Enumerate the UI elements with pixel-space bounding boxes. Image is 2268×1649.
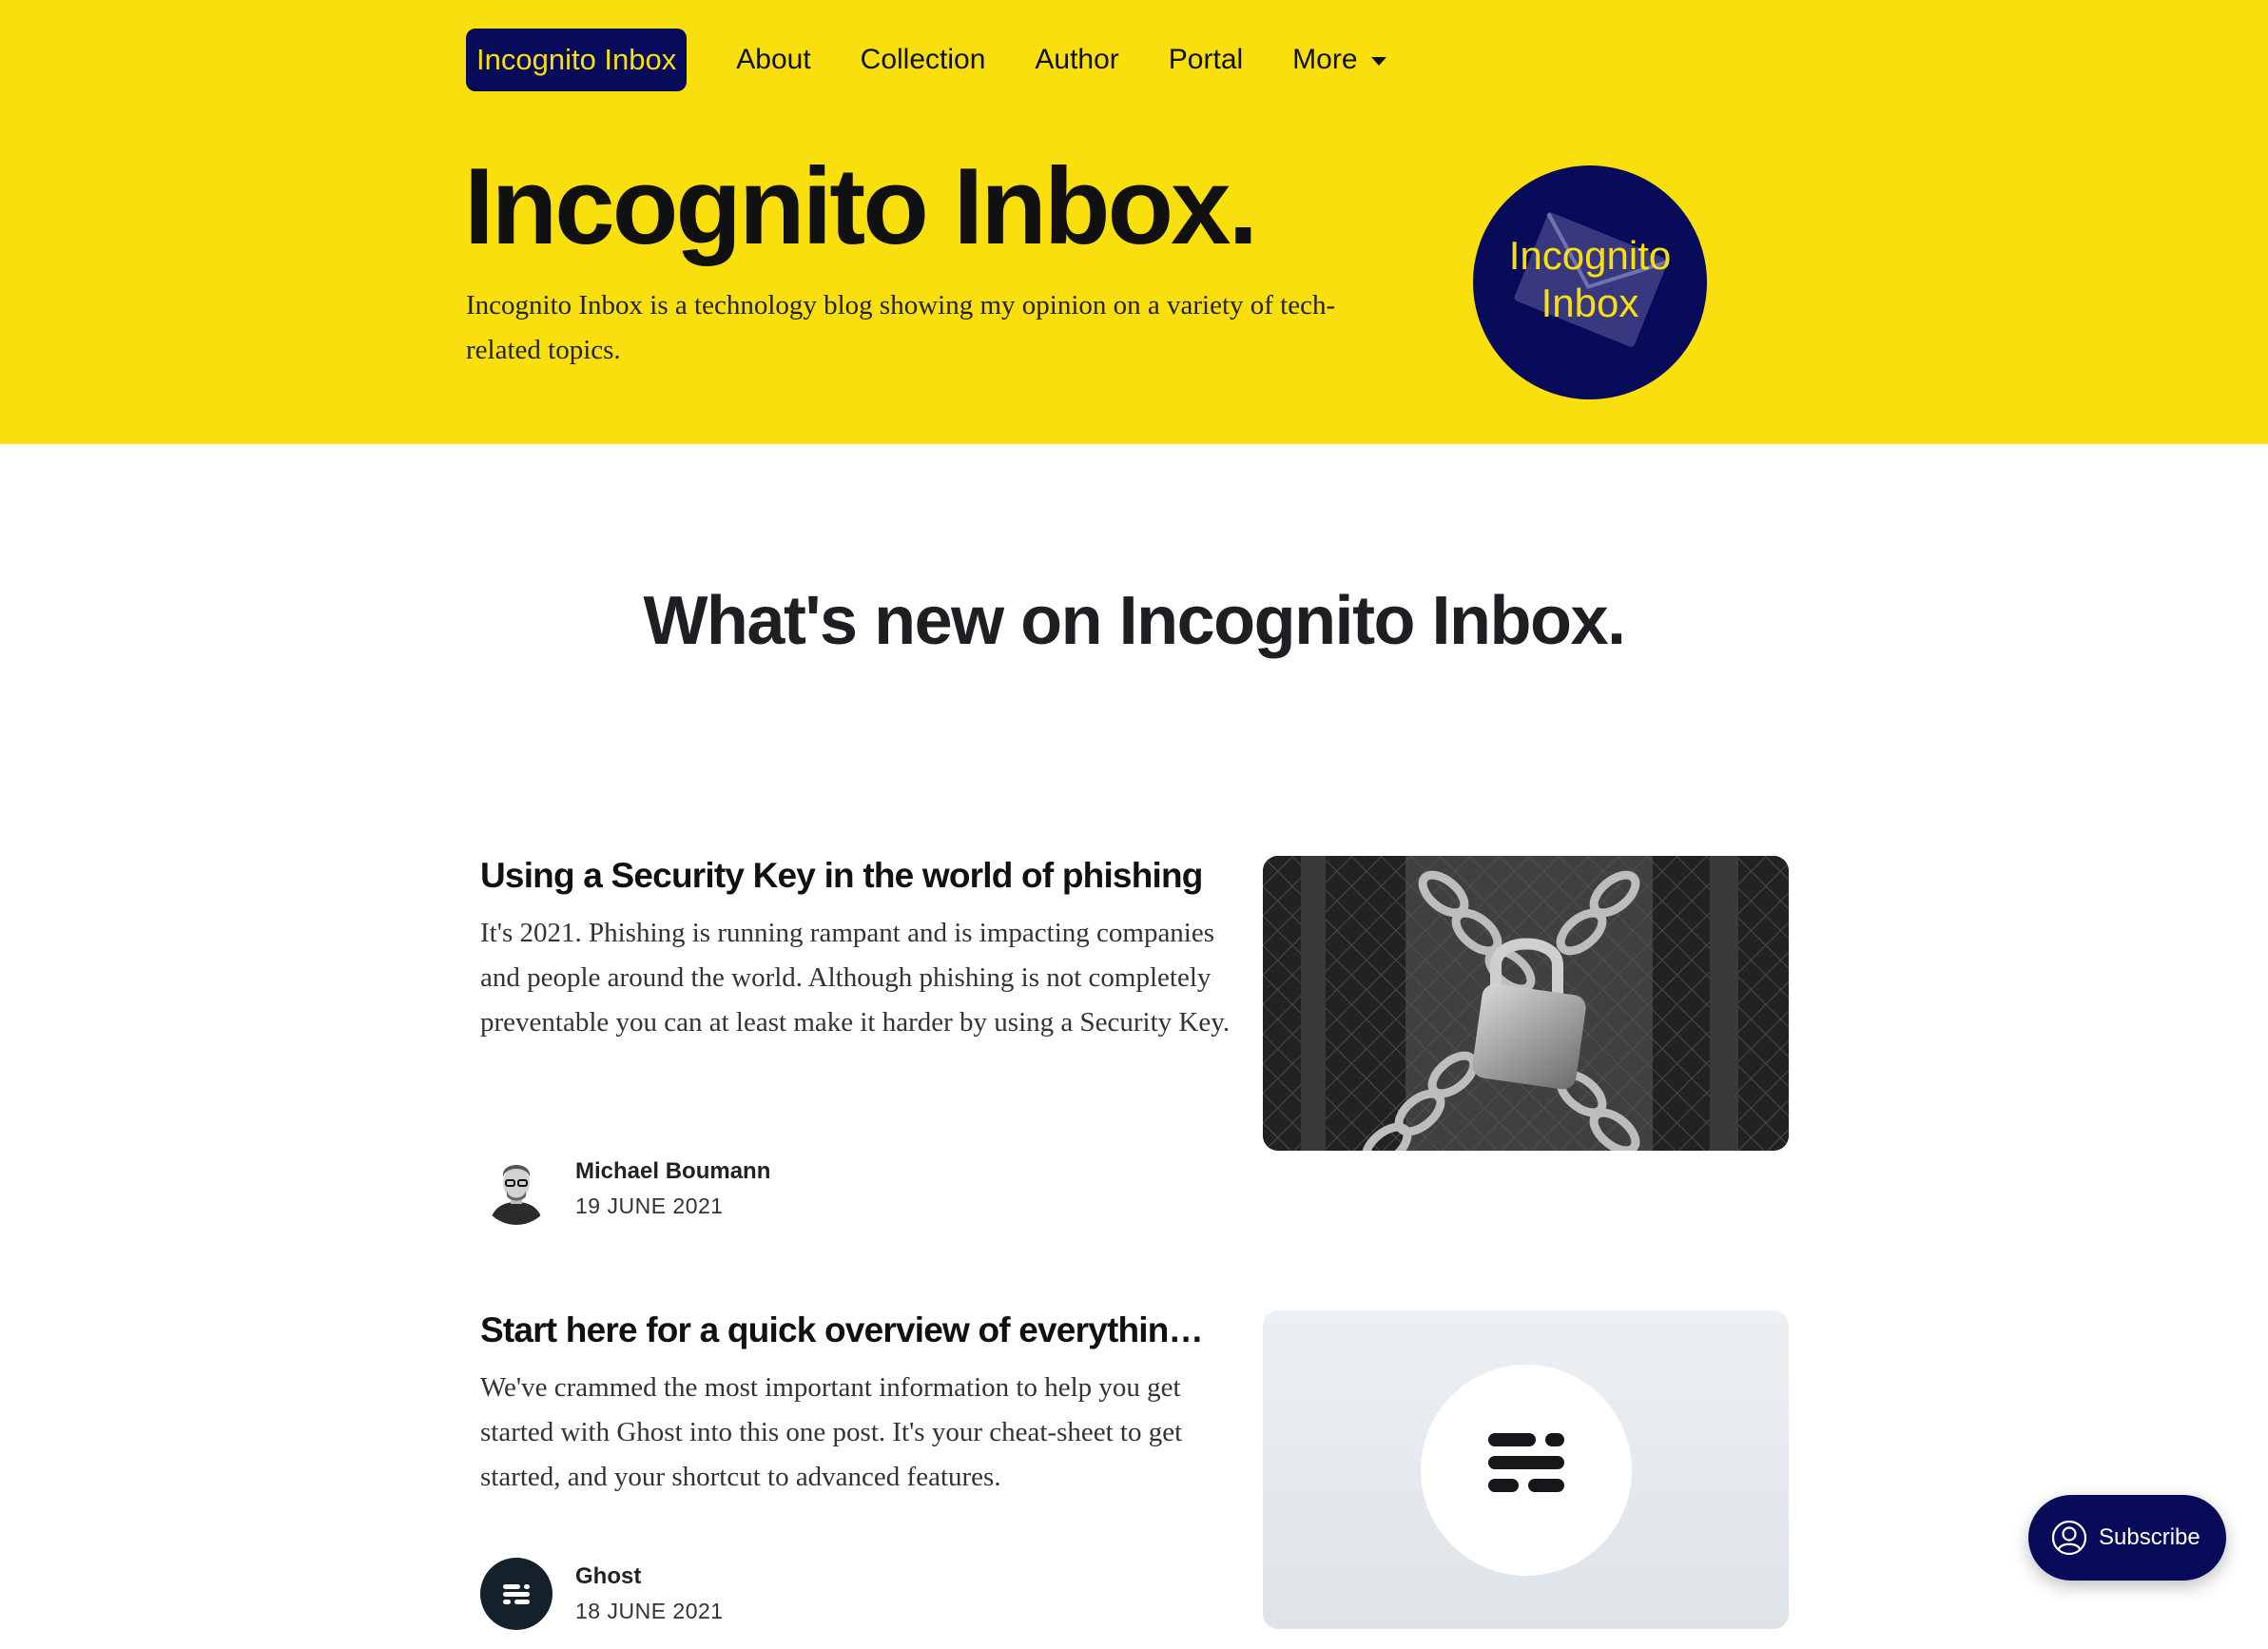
post-feature-image[interactable] bbox=[1263, 856, 1789, 1151]
post-meta: Michael Boumann 19 JUNE 2021 bbox=[575, 1154, 770, 1223]
nav-more-label: More bbox=[1292, 44, 1358, 75]
post-feature-image[interactable] bbox=[1263, 1310, 1789, 1629]
ghost-logo-icon bbox=[503, 1584, 530, 1604]
logo-text-line-2: Inbox bbox=[1541, 281, 1639, 325]
nav-link-author[interactable]: Author bbox=[1035, 44, 1118, 76]
author-photo-icon bbox=[480, 1153, 552, 1225]
brand-logo-link[interactable]: Incognito Inbox bbox=[466, 29, 688, 91]
site-title: Incognito Inbox. bbox=[464, 146, 1258, 267]
post-title[interactable]: Start here for a quick overview of every… bbox=[480, 1310, 1222, 1350]
ghost-logo-placeholder-image bbox=[1421, 1365, 1632, 1576]
site-description: Incognito Inbox is a technology blog sho… bbox=[466, 290, 1336, 365]
padlock-chain-image bbox=[1263, 856, 1789, 1151]
author-avatar[interactable] bbox=[480, 1153, 552, 1225]
author-name[interactable]: Michael Boumann bbox=[575, 1154, 770, 1189]
section-title: What's new on Incognito Inbox. bbox=[643, 583, 1626, 659]
site-header: Incognito Inbox About Collection Author … bbox=[0, 0, 2268, 444]
nav-link-portal[interactable]: Portal bbox=[1169, 44, 1243, 76]
post-excerpt: We've crammed the most important informa… bbox=[480, 1372, 1183, 1492]
user-icon bbox=[2051, 1520, 2087, 1556]
post-author[interactable]: Michael Boumann 19 JUNE 2021 bbox=[480, 1153, 770, 1225]
post-meta: Ghost 18 JUNE 2021 bbox=[575, 1560, 724, 1628]
main-nav: Incognito Inbox About Collection Author … bbox=[466, 29, 1386, 91]
post-excerpt: It's 2021. Phishing is running rampant a… bbox=[480, 918, 1231, 1038]
subscribe-button[interactable]: Subscribe bbox=[2028, 1495, 2226, 1581]
subscribe-label: Subscribe bbox=[2099, 1524, 2200, 1550]
post-card[interactable]: Using a Security Key in the world of phi… bbox=[480, 856, 1789, 1225]
post-author[interactable]: Ghost 18 JUNE 2021 bbox=[480, 1558, 724, 1630]
post-title[interactable]: Using a Security Key in the world of phi… bbox=[480, 856, 1222, 896]
site-logo: Incognito Inbox bbox=[1473, 165, 1707, 399]
post-date: 18 JUNE 2021 bbox=[575, 1599, 724, 1623]
post-card[interactable]: Start here for a quick overview of every… bbox=[480, 1310, 1789, 1634]
post-date: 19 JUNE 2021 bbox=[575, 1193, 724, 1218]
nav-link-about[interactable]: About bbox=[736, 44, 810, 76]
caret-down-icon bbox=[1370, 56, 1386, 66]
author-name[interactable]: Ghost bbox=[575, 1560, 724, 1594]
logo-text: Incognito Inbox bbox=[1473, 232, 1707, 327]
author-avatar[interactable] bbox=[480, 1558, 552, 1630]
nav-link-collection[interactable]: Collection bbox=[861, 44, 986, 76]
nav-dropdown-more[interactable]: More bbox=[1292, 44, 1386, 76]
logo-text-line-1: Incognito bbox=[1508, 233, 1672, 278]
